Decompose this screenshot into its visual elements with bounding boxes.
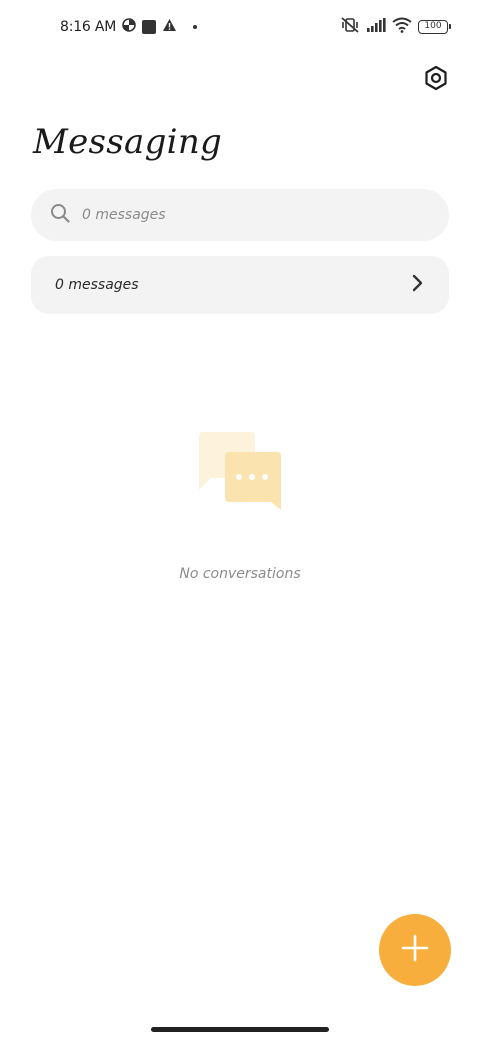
new-conversation-button[interactable] [379, 914, 451, 986]
home-indicator[interactable] [151, 1027, 329, 1032]
status-bar: 8:16 AM 100 [0, 0, 480, 54]
settings-button[interactable] [420, 64, 452, 96]
signal-icon [366, 17, 386, 37]
search-icon [50, 203, 70, 227]
status-right: 100 [340, 16, 451, 38]
empty-state: No conversations [0, 430, 480, 582]
wifi-icon [392, 17, 412, 37]
settings-icon [423, 65, 449, 95]
status-left: 8:16 AM [60, 17, 198, 37]
battery-icon: 100 [418, 20, 451, 34]
messages-row-label: 0 messages [55, 277, 139, 293]
data-saver-icon [122, 18, 136, 36]
dot-icon [193, 25, 198, 29]
chat-bubbles-icon [195, 430, 285, 520]
status-time: 8:16 AM [60, 19, 117, 35]
search-input[interactable] [82, 207, 382, 223]
plus-icon [401, 934, 429, 966]
vibrate-off-icon [340, 16, 360, 38]
messages-row[interactable]: 0 messages [31, 256, 449, 314]
page-title: Messaging [33, 122, 223, 162]
empty-state-text: No conversations [179, 566, 301, 582]
chevron-right-icon [411, 274, 425, 296]
search-bar[interactable] [31, 189, 449, 241]
messaging-screen: 8:16 AM 100 Messaging 0 messages 0 messa… [0, 0, 480, 1040]
alert-icon [162, 18, 177, 36]
square-icon [142, 20, 157, 34]
